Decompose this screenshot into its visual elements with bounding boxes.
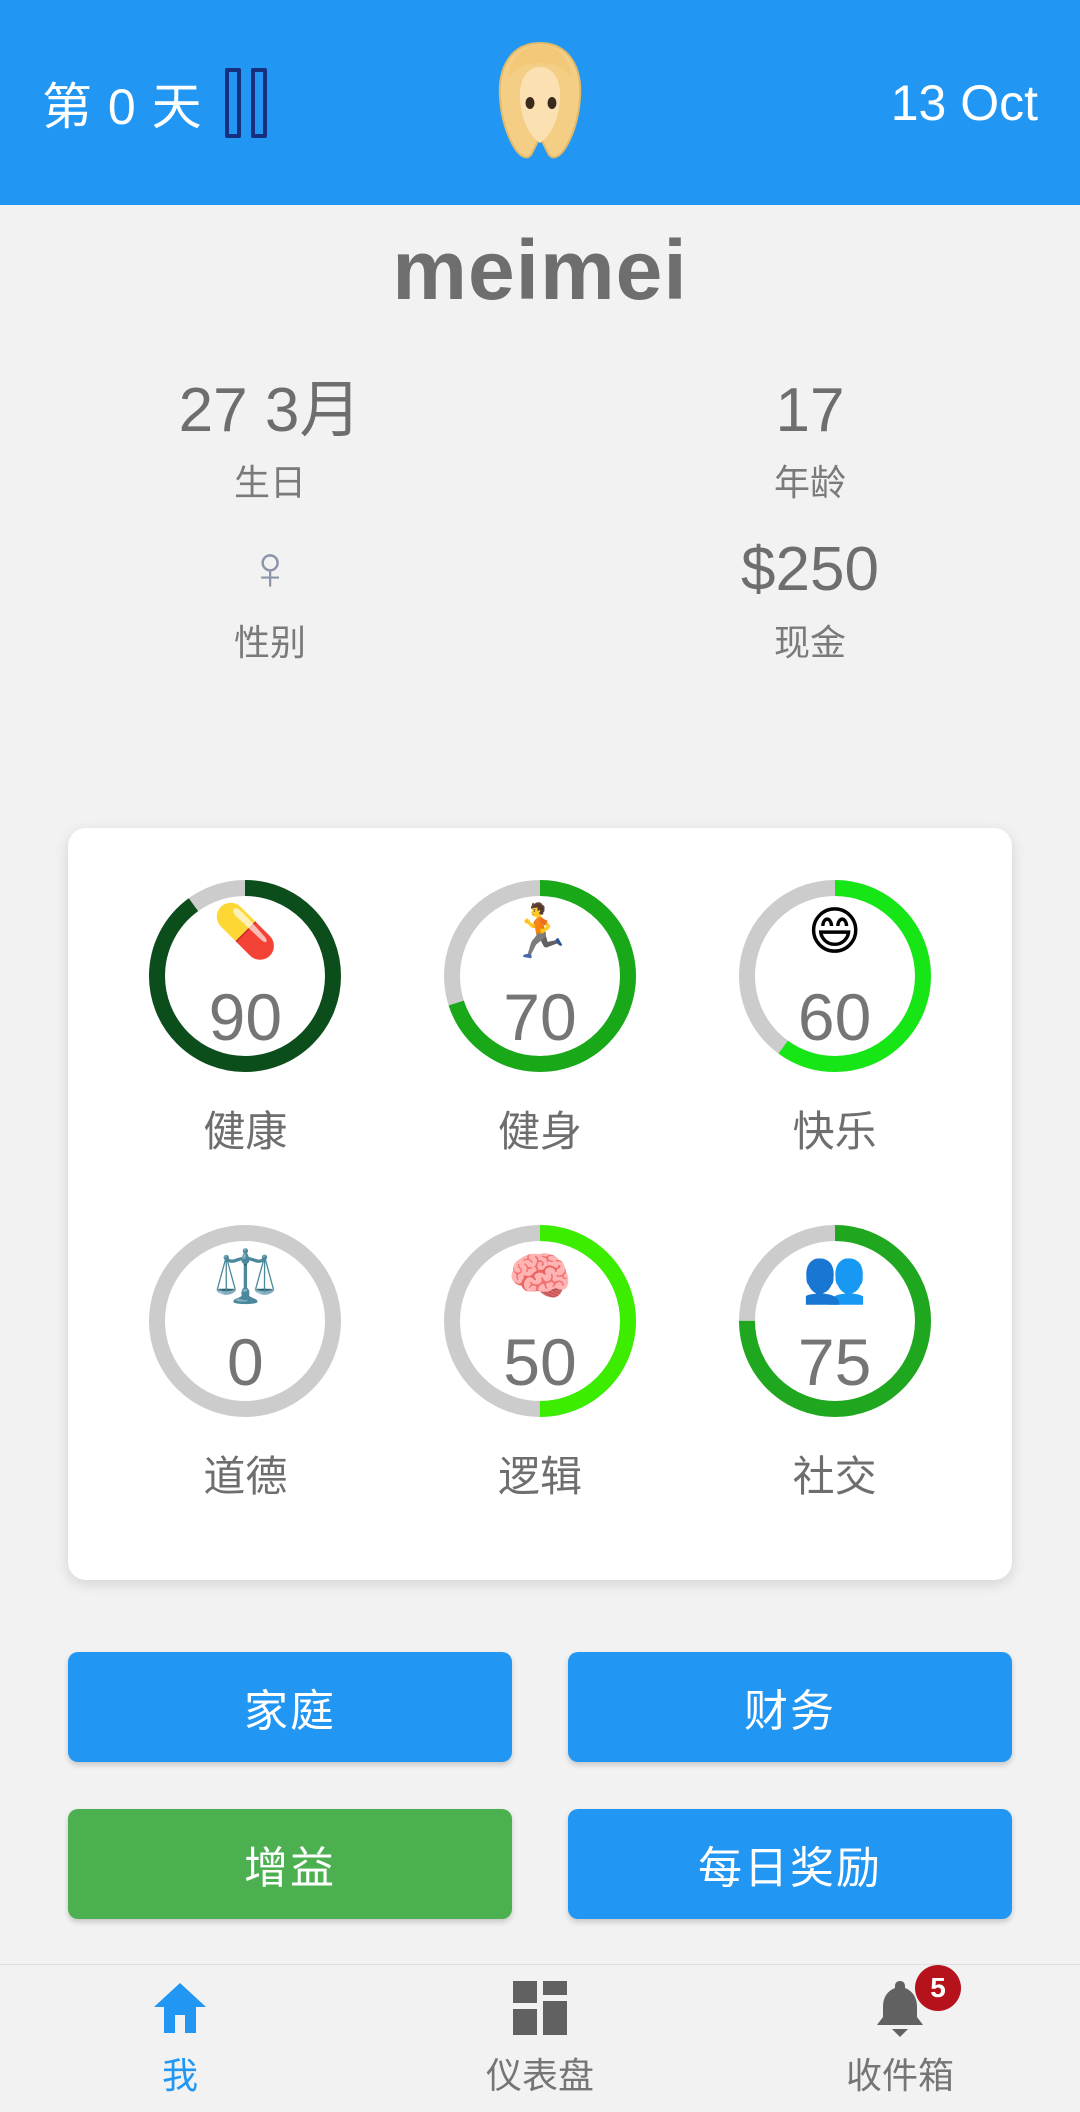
female-symbol-icon: ♀ (0, 534, 540, 606)
avatar[interactable] (465, 28, 615, 178)
gauge-ring: 🧠 50 (436, 1217, 644, 1425)
stat-age-label: 年龄 (773, 462, 846, 504)
nav-label-me: 我 (161, 2054, 198, 2096)
nav-item-inbox[interactable]: 5 收件箱 (720, 1964, 1080, 2112)
dashboard-icon (513, 1979, 567, 2037)
gauge-快乐[interactable]: 😄 60 快乐 (695, 872, 975, 1159)
gauge-ring: 👥 75 (731, 1217, 939, 1425)
gauge-value: 90 (208, 980, 283, 1054)
gauge-value: 50 (503, 1325, 577, 1399)
stat-birthday: 27 3月 生日 (0, 375, 540, 506)
gauge-道德[interactable]: ⚖️ 0 道德 (105, 1217, 385, 1504)
stat-cash-label: 现金 (773, 621, 846, 663)
gauge-label: 健身 (497, 1108, 582, 1155)
pause-bar-right (250, 67, 267, 138)
daily-reward-button[interactable]: 每日奖励 (568, 1809, 1012, 1919)
stat-birthday-value: 27 3月 (178, 376, 362, 445)
gauge-ring: ⚖️ 0 (141, 1217, 349, 1425)
app-header: 第 0 天 13 Oct (0, 0, 1080, 205)
nav-label-dashboard: 仪表盘 (485, 2054, 594, 2096)
gauge-ring: 😄 60 (731, 872, 939, 1080)
gauge-健身[interactable]: 🏃 70 健身 (400, 872, 680, 1159)
gauge-value: 70 (503, 980, 577, 1054)
bell-icon: 5 (873, 1964, 961, 2037)
gauge-社交[interactable]: 👥 75 社交 (695, 1217, 975, 1504)
profile-stats-grid: 27 3月 生日 17 年龄 ♀ 性别 $250 现金 (0, 375, 1080, 666)
avatar-blonde-woman-icon (498, 41, 582, 158)
brain-icon: 🧠 (507, 1248, 573, 1306)
family-button[interactable]: 家庭 (68, 1652, 512, 1762)
gauge-value: 60 (797, 980, 872, 1054)
gauge-value: 75 (797, 1325, 872, 1399)
page-title: meimei (392, 223, 688, 317)
people-icon: 👥 (802, 1248, 868, 1306)
boost-button[interactable]: 增益 (68, 1809, 512, 1919)
finance-button[interactable]: 财务 (568, 1652, 1012, 1762)
bottom-navigation: 我 仪表盘 5 收件箱 (0, 1964, 1080, 2112)
action-row-1: 家庭 财务 (0, 1652, 1080, 1762)
nav-label-inbox: 收件箱 (845, 2054, 954, 2096)
gauge-ring: 🏃 70 (436, 872, 644, 1080)
gauge-ring: 💊 90 (141, 872, 349, 1080)
nav-item-dashboard[interactable]: 仪表盘 (360, 1965, 720, 2112)
pause-icon[interactable] (224, 67, 267, 138)
stat-age: 17 年龄 (540, 375, 1080, 506)
stat-birthday-label: 生日 (233, 462, 306, 504)
stat-gender: ♀ 性别 (0, 534, 540, 666)
running-icon: 🏃 (507, 903, 573, 961)
scales-icon: ⚖️ (212, 1248, 278, 1306)
stat-age-value: 17 (775, 376, 845, 445)
header-left-group: 第 0 天 (42, 67, 267, 139)
app-root: 第 0 天 13 Oct meimei 27 3月 生日 17 年龄 ♀ 性别 … (0, 0, 1080, 2112)
gauge-健康[interactable]: 💊 90 健康 (105, 872, 385, 1159)
gauge-value: 0 (226, 1325, 264, 1399)
nav-item-me[interactable]: 我 (0, 1965, 360, 2112)
gauge-row-top: 💊 90 健康 🏃 70 健身 😄 60 快乐 (98, 872, 982, 1159)
action-row-2: 增益 每日奖励 (0, 1809, 1080, 1919)
attributes-card: 💊 90 健康 🏃 70 健身 😄 60 快乐 ⚖️ 0 道德 🧠 50 逻辑 👥 75 社交 (68, 828, 1012, 1580)
gauge-label: 社交 (792, 1453, 877, 1500)
smiley-icon: 😄 (807, 903, 862, 961)
stat-cash: $250 现金 (540, 534, 1080, 666)
gauge-label: 健康 (203, 1108, 288, 1155)
stat-cash-value: $250 (741, 535, 879, 605)
gauge-label: 逻辑 (497, 1453, 582, 1500)
gauge-label: 快乐 (792, 1108, 877, 1155)
home-icon (152, 1979, 208, 2037)
stat-gender-label: 性别 (233, 622, 306, 664)
inbox-badge: 5 (915, 1964, 961, 2011)
pause-bar-left (224, 67, 241, 138)
gauge-逻辑[interactable]: 🧠 50 逻辑 (400, 1217, 680, 1504)
gauge-label: 道德 (203, 1453, 288, 1500)
day-counter-label: 第 0 天 (42, 78, 203, 135)
pill-icon: 💊 (212, 903, 278, 961)
action-buttons: 家庭 财务 增益 每日奖励 (0, 1652, 1080, 1919)
date-label: 13 Oct (890, 74, 1038, 131)
gender-glyph: ♀ (246, 534, 294, 604)
gauge-row-bottom: ⚖️ 0 道德 🧠 50 逻辑 👥 75 社交 (98, 1217, 982, 1504)
